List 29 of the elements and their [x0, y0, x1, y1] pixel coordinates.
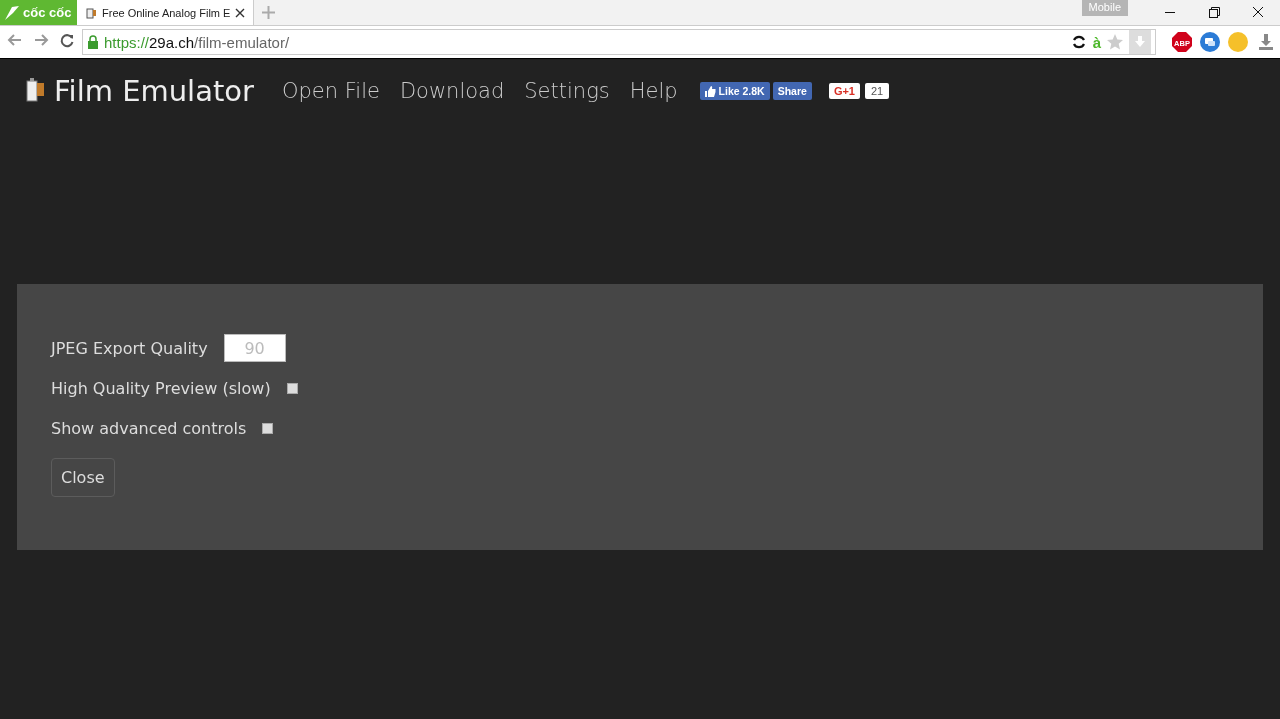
close-button[interactable]: Close — [51, 458, 115, 497]
nav-link[interactable]: Open File — [282, 79, 380, 103]
nav-link[interactable]: Help — [629, 79, 678, 103]
checkbox[interactable] — [286, 382, 298, 394]
plus-one-button[interactable]: G+1 — [828, 83, 860, 99]
chat-icon[interactable] — [1200, 32, 1220, 52]
share-button[interactable]: Share — [772, 82, 812, 100]
film-canister-icon — [85, 6, 97, 19]
nav-link[interactable]: Settings — [524, 79, 610, 103]
quality-field[interactable]: 90 — [223, 334, 286, 362]
address-field[interactable]: https://29a.ch/film-emulator/ à — [82, 29, 1156, 55]
setting-label: Show advanced controls — [51, 418, 247, 438]
film-canister-icon — [24, 78, 46, 104]
checkbox[interactable] — [262, 422, 274, 434]
lock-icon — [87, 35, 99, 49]
plus-one-count: 21 — [865, 83, 890, 99]
site-title: Film Emulator — [54, 74, 254, 108]
setting-label: JPEG Export Quality — [51, 338, 208, 358]
setting-label: High Quality Preview (slow) — [51, 378, 271, 398]
thumbs-up-icon — [704, 85, 716, 97]
leaf-icon — [3, 3, 21, 22]
brand-name: cốc cốc — [23, 5, 72, 20]
download-icon[interactable] — [1256, 32, 1276, 52]
nav-link[interactable]: Download — [399, 79, 505, 103]
close-icon[interactable] — [235, 7, 246, 18]
star-icon[interactable] — [1106, 33, 1124, 51]
like-button[interactable]: Like 2.8K — [699, 82, 770, 100]
browser-tab[interactable]: Free Online Analog Film E — [77, 0, 255, 25]
new-tab-icon[interactable] — [262, 6, 276, 19]
